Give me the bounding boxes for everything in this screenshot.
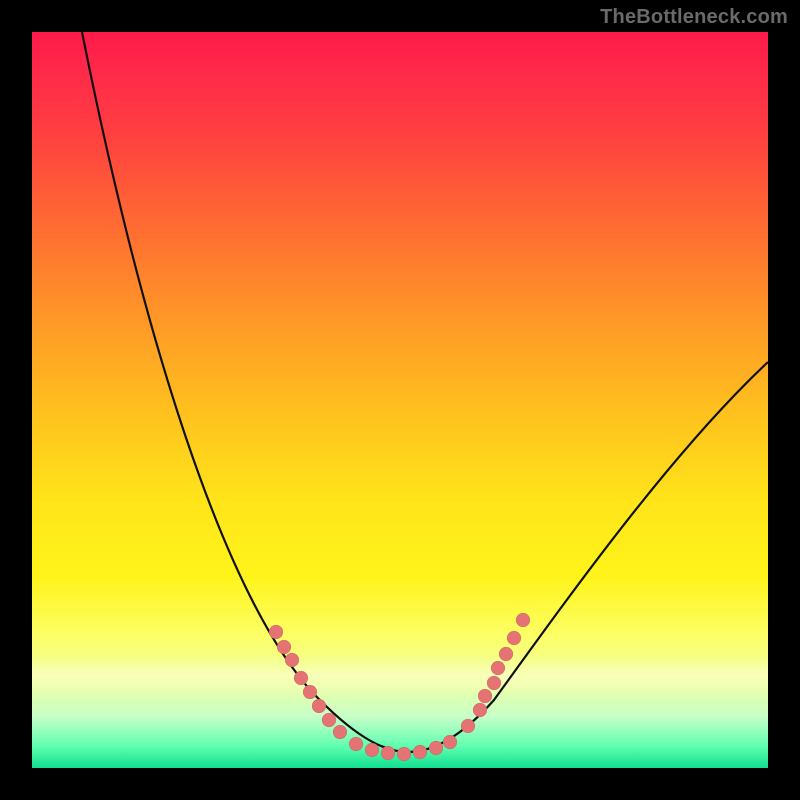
dots-right-group xyxy=(461,613,530,733)
data-point xyxy=(349,737,363,751)
data-point xyxy=(413,745,427,759)
data-point xyxy=(491,661,505,675)
data-point xyxy=(429,741,443,755)
data-point xyxy=(333,725,347,739)
data-point xyxy=(269,625,283,639)
data-point xyxy=(322,713,336,727)
data-point xyxy=(516,613,530,627)
data-point xyxy=(365,743,379,757)
dots-left-group xyxy=(269,625,347,739)
data-point xyxy=(303,685,317,699)
data-point xyxy=(487,676,501,690)
data-point xyxy=(507,631,521,645)
data-point xyxy=(381,746,395,760)
data-point xyxy=(285,653,299,667)
data-point xyxy=(397,747,411,761)
data-point xyxy=(294,671,308,685)
watermark-text: TheBottleneck.com xyxy=(600,6,788,29)
data-point xyxy=(499,647,513,661)
data-point xyxy=(312,699,326,713)
bottleneck-curve xyxy=(82,32,768,752)
data-point xyxy=(478,689,492,703)
data-point xyxy=(443,735,457,749)
chart-svg xyxy=(32,32,768,768)
data-point xyxy=(461,719,475,733)
data-point xyxy=(473,703,487,717)
data-point xyxy=(277,640,291,654)
chart-area xyxy=(32,32,768,768)
